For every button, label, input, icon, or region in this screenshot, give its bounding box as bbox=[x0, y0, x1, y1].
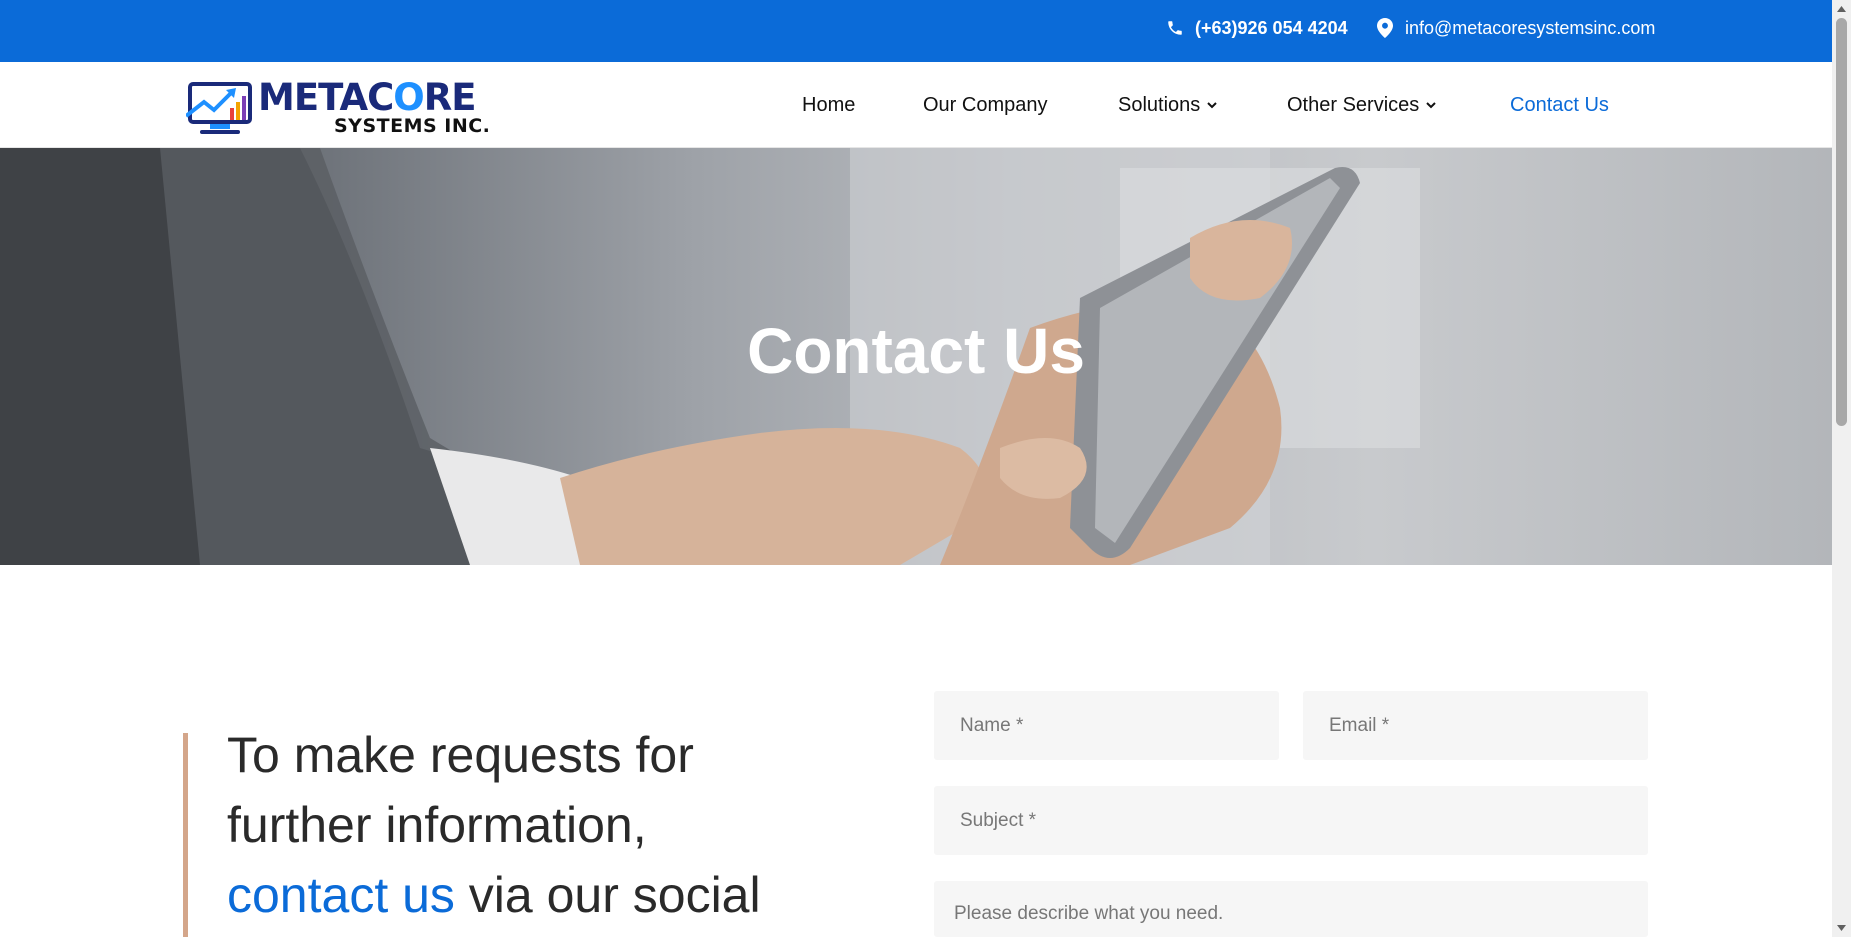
nav-solutions-label: Solutions bbox=[1118, 93, 1201, 116]
chevron-down-icon bbox=[1207, 102, 1217, 109]
contact-us-link[interactable]: contact us bbox=[227, 867, 455, 923]
phone-icon bbox=[1165, 18, 1185, 38]
nav-contact-us[interactable]: Contact Us bbox=[1510, 62, 1609, 148]
scroll-down-arrow-icon[interactable] bbox=[1836, 923, 1847, 933]
scroll-up-arrow-icon[interactable] bbox=[1836, 4, 1847, 14]
intro-heading: To make requests for further information… bbox=[227, 720, 867, 930]
nav-our-company-label: Our Company bbox=[923, 93, 1048, 116]
intro-line-1: To make requests for bbox=[227, 727, 694, 783]
nav-other-services-label: Other Services bbox=[1287, 93, 1420, 116]
phone-number[interactable]: (+63)926 054 4204 bbox=[1195, 18, 1348, 39]
subject-field[interactable]: Subject * bbox=[934, 786, 1648, 855]
email-placeholder: Email * bbox=[1329, 714, 1390, 736]
logo[interactable]: METACORE SYSTEMS INC. bbox=[186, 76, 490, 136]
logo-subtitle: SYSTEMS INC. bbox=[334, 115, 491, 137]
name-placeholder: Name * bbox=[960, 714, 1024, 736]
email-contact[interactable]: info@metacoresystemsinc.com bbox=[1375, 0, 1655, 56]
message-placeholder: Please describe what you need. bbox=[954, 903, 1224, 924]
nav-other-services[interactable]: Other Services bbox=[1287, 62, 1437, 148]
nav-contact-us-label: Contact Us bbox=[1510, 93, 1609, 116]
scrollbar-thumb[interactable] bbox=[1836, 18, 1847, 426]
hero-banner: Contact Us bbox=[0, 148, 1832, 565]
phone-contact[interactable]: (+63)926 054 4204 bbox=[1165, 0, 1348, 56]
site-header: METACORE SYSTEMS INC. Home Our Company S… bbox=[0, 62, 1832, 148]
chevron-down-icon bbox=[1426, 102, 1436, 109]
page-title: Contact Us bbox=[747, 315, 1085, 387]
message-textarea[interactable]: Please describe what you need. bbox=[934, 881, 1648, 937]
map-marker-icon bbox=[1375, 18, 1395, 38]
name-field[interactable]: Name * bbox=[934, 691, 1279, 760]
nav-home[interactable]: Home bbox=[802, 62, 855, 148]
subject-placeholder: Subject * bbox=[960, 809, 1037, 831]
quote-accent-bar bbox=[183, 733, 188, 937]
top-contact-bar: (+63)926 054 4204 info@metacoresystemsin… bbox=[0, 0, 1832, 62]
email-field[interactable]: Email * bbox=[1303, 691, 1648, 760]
monitor-chart-icon bbox=[186, 82, 252, 134]
page-scrollbar[interactable] bbox=[1832, 0, 1851, 937]
logo-wordmark: METACORE bbox=[258, 76, 476, 119]
intro-line-3: contact us via our social bbox=[227, 867, 761, 923]
intro-line-2: further information, bbox=[227, 797, 647, 853]
nav-our-company[interactable]: Our Company bbox=[923, 62, 1048, 148]
email-address[interactable]: info@metacoresystemsinc.com bbox=[1405, 18, 1655, 39]
nav-home-label: Home bbox=[802, 93, 856, 116]
nav-solutions[interactable]: Solutions bbox=[1118, 62, 1218, 148]
